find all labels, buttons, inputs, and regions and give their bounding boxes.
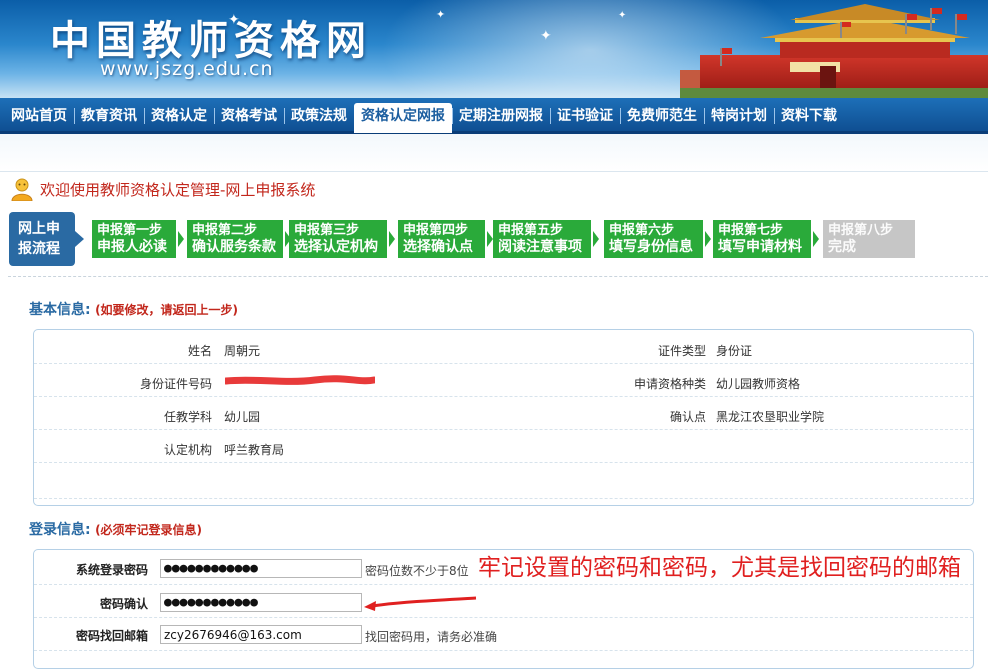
step-7: 申报第七步 填写申请材料: [713, 220, 811, 258]
star-decoration: ✦: [540, 28, 552, 44]
star-decoration: ✦: [436, 8, 446, 21]
info-row-name: 姓名 周朝元 证件类型 身份证: [0, 342, 988, 362]
step-desc: 选择确认点: [403, 239, 473, 255]
password-label: 系统登录密码: [75, 563, 148, 577]
step-1: 申报第一步 申报人必读: [92, 220, 176, 258]
id-label: 身份证件号码: [139, 377, 212, 391]
step-desc: 填写申请材料: [718, 239, 802, 255]
qual-type-value: 幼儿园教师资格: [716, 377, 801, 391]
sub-nav-bar: [0, 134, 988, 172]
basic-info-title: 基本信息: (如要修改，请返回上一步): [29, 299, 238, 319]
step-desc: 选择认定机构: [294, 239, 378, 255]
confirm-point-label: 确认点: [669, 410, 706, 424]
user-icon: [11, 178, 33, 201]
step-title: 申报第一步: [97, 223, 163, 238]
step-5: 申报第五步 阅读注意事项: [493, 220, 591, 258]
login-info-note: (必须牢记登录信息): [95, 523, 203, 537]
step-desc: 填写身份信息: [609, 239, 693, 255]
step-chevron-icon: [389, 231, 395, 247]
step-chevron-icon: [705, 231, 711, 247]
step-title: 申报第七步: [718, 223, 784, 238]
annotation-arrow: [364, 596, 477, 611]
step-title: 申报第四步: [403, 223, 469, 238]
nav-item-1[interactable]: 教育资讯: [74, 98, 144, 131]
row-divider: [34, 396, 973, 397]
row-divider: [34, 584, 973, 585]
step-title: 申报第三步: [294, 223, 360, 238]
step-4: 申报第四步 选择确认点: [398, 220, 485, 258]
password-confirm-label: 密码确认: [99, 597, 148, 611]
agency-value: 呼兰教育局: [224, 443, 285, 457]
step-6: 申报第六步 填写身份信息: [604, 220, 703, 258]
recovery-email-hint: 找回密码用，请务必准确: [365, 630, 498, 644]
step-desc: 确认服务条款: [192, 239, 276, 255]
qual-type-label: 申请资格种类: [633, 377, 706, 391]
site-banner: ✦ ✦ ✦ ✦ 中国教师资格网 www.jszg.edu.cn: [0, 0, 988, 98]
step-chevron-icon: [178, 231, 184, 247]
login-info-title: 登录信息: (必须牢记登录信息): [29, 519, 202, 539]
row-divider: [34, 498, 973, 499]
info-row-id: 身份证件号码 申请资格种类 幼儿园教师资格: [0, 375, 988, 395]
password-input[interactable]: [160, 559, 362, 578]
tiananmen-illustration: [680, 4, 988, 98]
agency-label: 认定机构: [163, 443, 212, 457]
subject-value: 幼儿园: [224, 410, 261, 424]
nav-item-8[interactable]: 免费师范生: [620, 98, 704, 131]
site-url: www.jszg.edu.cn: [100, 58, 274, 80]
step-title: 申报第二步: [192, 223, 258, 238]
flow-label-line1: 网上申: [18, 221, 60, 237]
star-decoration: ✦: [618, 10, 627, 21]
step-3: 申报第三步 选择认定机构: [289, 220, 387, 258]
step-desc: 完成: [828, 239, 856, 255]
basic-info-heading: 基本信息:: [29, 302, 91, 318]
nav-item-2[interactable]: 资格认定: [144, 98, 214, 131]
name-value: 周朝元: [224, 344, 261, 358]
step-chevron-icon: [593, 231, 599, 247]
name-label: 姓名: [187, 344, 212, 358]
step-chevron-icon: [813, 231, 819, 247]
basic-info-note: (如要修改，请返回上一步): [95, 303, 239, 317]
row-divider: [34, 650, 973, 651]
login-info-heading: 登录信息:: [29, 522, 91, 538]
info-row-agency: 认定机构 呼兰教育局: [0, 441, 988, 461]
step-title: 申报第八步: [828, 223, 894, 238]
row-divider: [34, 429, 973, 430]
nav-item-0[interactable]: 网站首页: [4, 98, 74, 131]
password-confirm-input[interactable]: [160, 593, 362, 612]
flow-label: 网上申 报流程: [9, 212, 84, 266]
nav-item-9[interactable]: 特岗计划: [704, 98, 774, 131]
step-desc: 阅读注意事项: [498, 239, 582, 255]
step-title: 申报第五步: [498, 223, 564, 238]
welcome-banner: 欢迎使用教师资格认定管理-网上申报系统: [10, 176, 315, 202]
recovery-email-label: 密码找回邮箱: [75, 629, 148, 643]
annotation-text: 牢记设置的密码和密码，尤其是找回密码的邮箱: [478, 555, 961, 581]
step-8: 申报第八步 完成: [823, 220, 915, 258]
row-divider: [34, 363, 973, 364]
recovery-email-input[interactable]: [160, 625, 362, 644]
confirm-point-value: 黑龙江农垦职业学院: [716, 410, 825, 424]
divider: [8, 276, 988, 277]
row-divider: [34, 462, 973, 463]
nav-item-10[interactable]: 资料下载: [774, 98, 844, 131]
redacted-id-number: [225, 375, 375, 385]
password-hint: 密码位数不少于8位: [365, 564, 469, 578]
step-title: 申报第六步: [609, 223, 675, 238]
step-desc: 申报人必读: [97, 239, 167, 255]
nav-item-5[interactable]: 资格认定网报: [354, 102, 452, 133]
step-2: 申报第二步 确认服务条款: [187, 220, 283, 258]
info-row-subject: 任教学科 幼儿园 确认点 黑龙江农垦职业学院: [0, 408, 988, 428]
flow-label-line2: 报流程: [18, 241, 60, 257]
nav-item-3[interactable]: 资格考试: [214, 98, 284, 131]
row-divider: [34, 617, 973, 618]
cert-type-value: 身份证: [716, 344, 753, 358]
nav-item-7[interactable]: 证书验证: [550, 98, 620, 131]
cert-type-label: 证件类型: [657, 344, 706, 358]
main-nav: 网站首页 教育资讯 资格认定 资格考试 政策法规 资格认定网报 定期注册网报 证书验证 免费师范…: [0, 98, 988, 134]
welcome-text: 欢迎使用教师资格认定管理-网上申报系统: [40, 180, 316, 199]
subject-label: 任教学科: [163, 410, 212, 424]
nav-item-4[interactable]: 政策法规: [284, 98, 354, 131]
nav-item-6[interactable]: 定期注册网报: [452, 98, 550, 131]
